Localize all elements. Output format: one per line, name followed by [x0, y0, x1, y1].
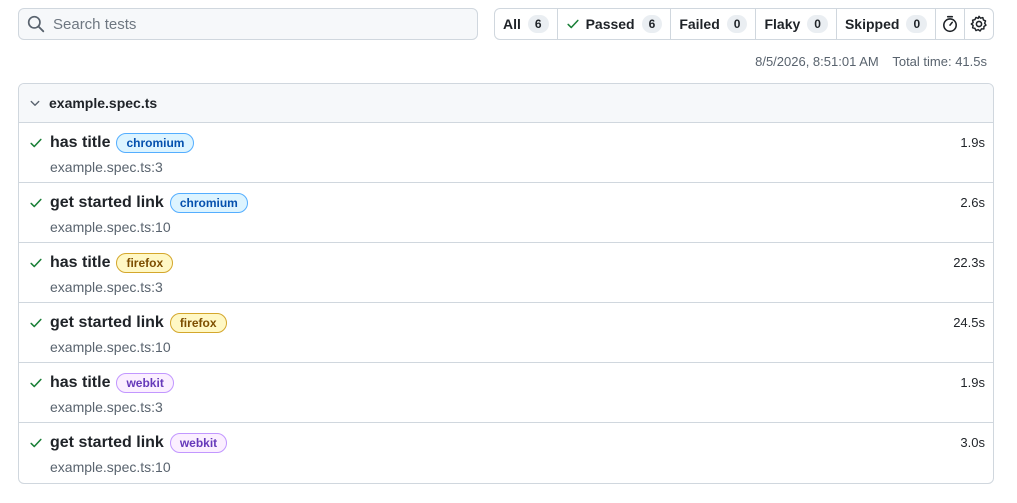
test-file-name: example.spec.ts: [49, 95, 158, 111]
test-location: example.spec.ts:3: [50, 399, 163, 415]
settings-button[interactable]: [965, 9, 993, 39]
check-icon: [29, 376, 43, 390]
filter-failed-label: Failed: [679, 16, 720, 32]
check-icon: [29, 196, 43, 210]
test-location: example.spec.ts:3: [50, 279, 163, 295]
filter-flaky-count: 0: [807, 15, 828, 33]
filter-skipped[interactable]: Skipped 0: [837, 9, 937, 39]
test-location: example.spec.ts:10: [50, 339, 171, 355]
test-row[interactable]: get started link firefox example.spec.ts…: [19, 303, 993, 363]
filter-all-count: 6: [527, 15, 549, 33]
filter-flaky-label: Flaky: [764, 16, 801, 32]
filter-passed[interactable]: Passed 6: [558, 9, 672, 39]
filter-skipped-count: 0: [906, 15, 928, 33]
project-badge[interactable]: webkit: [169, 433, 228, 453]
filter-all-label: All: [503, 16, 521, 32]
search-input[interactable]: [53, 15, 453, 33]
search-icon: [27, 15, 45, 33]
project-badge[interactable]: webkit: [116, 373, 174, 393]
filter-passed-label: Passed: [585, 16, 635, 32]
project-badge[interactable]: chromium: [169, 193, 248, 213]
filter-failed-count: 0: [726, 15, 748, 33]
test-row[interactable]: has title webkit example.spec.ts:3 1.9s: [19, 363, 993, 423]
check-icon: [29, 256, 43, 270]
test-title[interactable]: has title: [50, 134, 110, 152]
gear-icon: [970, 15, 987, 32]
test-location: example.spec.ts:10: [50, 459, 171, 475]
test-row[interactable]: has title firefox example.spec.ts:3 22.3…: [19, 243, 993, 303]
status-filter-bar: All 6 Passed 6 Failed 0 Flaky 0 Skipped …: [494, 8, 994, 40]
test-row[interactable]: get started link chromium example.spec.t…: [19, 183, 993, 243]
filter-passed-count: 6: [641, 15, 663, 33]
test-file-header[interactable]: example.spec.ts: [19, 84, 993, 123]
test-duration: 24.5s: [953, 315, 985, 330]
chevron-down-icon: [29, 97, 41, 109]
test-row[interactable]: has title chromium example.spec.ts:3 1.9…: [19, 123, 993, 183]
check-icon: [566, 17, 580, 31]
run-meta: 8/5/2026, 8:51:01 AM Total time: 41.5s: [755, 54, 987, 69]
test-title[interactable]: get started link: [50, 314, 164, 332]
check-icon: [29, 436, 43, 450]
test-location: example.spec.ts:10: [50, 219, 171, 235]
test-duration: 1.9s: [960, 375, 985, 390]
project-badge[interactable]: firefox: [169, 313, 227, 333]
test-title[interactable]: get started link: [50, 434, 164, 452]
test-duration: 3.0s: [960, 435, 985, 450]
test-row[interactable]: get started link webkit example.spec.ts:…: [19, 423, 993, 483]
total-time: Total time: 41.5s: [892, 54, 987, 69]
stopwatch-icon: [942, 15, 957, 33]
test-duration: 2.6s: [960, 195, 985, 210]
filter-failed[interactable]: Failed 0: [671, 9, 757, 39]
test-title[interactable]: get started link: [50, 194, 164, 212]
test-title[interactable]: has title: [50, 254, 110, 272]
speedboard-button[interactable]: [936, 9, 965, 39]
run-timestamp: 8/5/2026, 8:51:01 AM: [755, 54, 879, 69]
test-duration: 22.3s: [953, 255, 985, 270]
test-duration: 1.9s: [960, 135, 985, 150]
filter-skipped-label: Skipped: [844, 16, 900, 32]
project-badge[interactable]: firefox: [116, 253, 174, 273]
filter-all[interactable]: All 6: [495, 9, 558, 39]
project-badge[interactable]: chromium: [116, 133, 195, 153]
search-box[interactable]: [18, 8, 478, 40]
test-file-group: example.spec.ts has title chromium examp…: [18, 83, 994, 484]
check-icon: [29, 136, 43, 150]
check-icon: [29, 316, 43, 330]
test-location: example.spec.ts:3: [50, 159, 163, 175]
filter-flaky[interactable]: Flaky 0: [756, 9, 837, 39]
test-title[interactable]: has title: [50, 374, 110, 392]
